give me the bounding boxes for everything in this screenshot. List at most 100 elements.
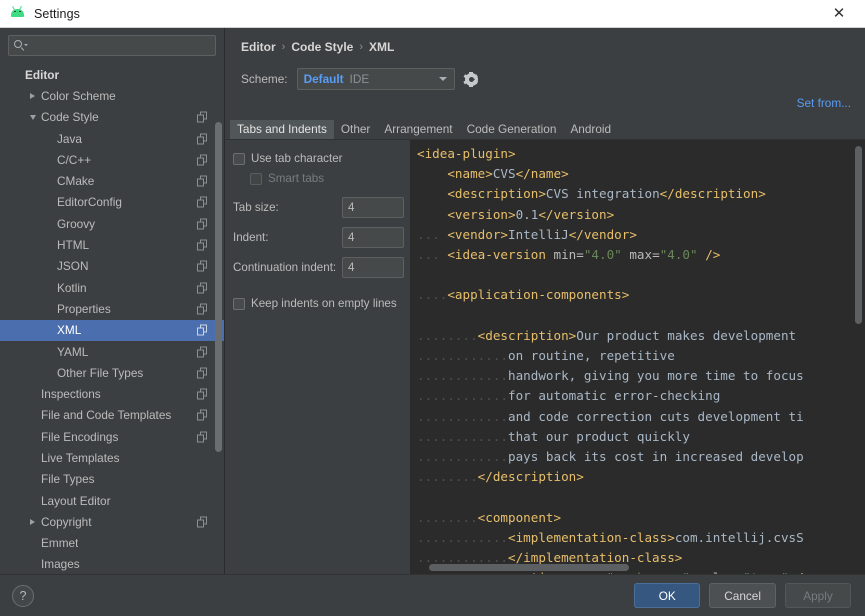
preview-vertical-scrollbar[interactable] (855, 146, 862, 324)
tab-android[interactable]: Android (563, 120, 618, 139)
copy-icon[interactable] (197, 367, 207, 378)
search-box[interactable] (8, 35, 216, 56)
sidebar-item-layout-editor[interactable]: Layout Editor (0, 490, 224, 511)
sidebar-item-c-c[interactable]: C/C++ (0, 149, 224, 170)
set-from-row: Set from... (225, 90, 865, 110)
sidebar-item-file-and-code-templates[interactable]: File and Code Templates (0, 405, 224, 426)
copy-icon[interactable] (197, 197, 207, 208)
sidebar-item-java[interactable]: Java (0, 128, 224, 149)
sidebar-item-file-encodings[interactable]: File Encodings (0, 426, 224, 447)
copy-icon[interactable] (197, 516, 207, 527)
sidebar-item-xml[interactable]: XML (0, 320, 224, 341)
copy-icon[interactable] (197, 303, 207, 314)
sidebar-item-cmake[interactable]: CMake (0, 170, 224, 191)
field-label: Tab size: (233, 201, 279, 214)
sidebar-item-html[interactable]: HTML (0, 234, 224, 255)
tab-tabs-and-indents[interactable]: Tabs and Indents (230, 120, 334, 139)
gear-icon[interactable] (464, 72, 479, 87)
checkbox-icon[interactable] (233, 298, 245, 310)
scheme-label: Scheme: (241, 72, 288, 86)
twisty-spacer (42, 260, 55, 273)
code-line (417, 487, 865, 507)
sidebar-item-label: Code Style (41, 110, 99, 124)
copy-icon[interactable] (197, 346, 207, 357)
copy-icon[interactable] (197, 325, 207, 336)
sidebar-item-color-scheme[interactable]: Color Scheme (0, 85, 224, 106)
set-from-link[interactable]: Set from... (797, 96, 851, 110)
twisty-spacer (42, 281, 55, 294)
breadcrumb-item[interactable]: Code Style (291, 40, 353, 54)
preview-horizontal-scrollbar[interactable] (429, 564, 629, 571)
sidebar-item-label: File Encodings (41, 430, 118, 444)
copy-icon[interactable] (197, 112, 207, 123)
sidebar-item-json[interactable]: JSON (0, 256, 224, 277)
sidebar-item-label: Live Templates (41, 451, 119, 465)
sidebar-item-copyright[interactable]: Copyright (0, 511, 224, 532)
copy-icon[interactable] (197, 240, 207, 251)
sidebar-item-images[interactable]: Images (0, 554, 224, 574)
copy-icon[interactable] (197, 389, 207, 400)
code-line: ........</description> (417, 467, 865, 487)
copy-icon[interactable] (197, 261, 207, 272)
help-button[interactable]: ? (12, 585, 34, 607)
sidebar-item-label: Layout Editor (41, 494, 111, 508)
copy-icon[interactable] (197, 282, 207, 293)
sidebar-item-label: File Types (41, 472, 95, 486)
sidebar-item-groovy[interactable]: Groovy (0, 213, 224, 234)
tab-arrangement[interactable]: Arrangement (377, 120, 459, 139)
twisty-spacer (42, 366, 55, 379)
chevron-right-icon[interactable] (26, 515, 39, 528)
code-line: ............that our product quickly (417, 427, 865, 447)
checkbox-row-use-tab-character[interactable]: Use tab character (233, 149, 410, 168)
sidebar-scrollbar[interactable] (215, 122, 222, 452)
field-input[interactable] (342, 227, 404, 248)
sidebar-item-label: C/C++ (57, 153, 91, 167)
code-line: ... <vendor>IntelliJ</vendor> (417, 225, 865, 245)
scheme-value: Default (304, 72, 344, 86)
copy-icon[interactable] (197, 154, 207, 165)
checkbox-icon[interactable] (233, 153, 245, 165)
copy-icon[interactable] (197, 410, 207, 421)
search-input[interactable] (27, 40, 210, 52)
sidebar-item-label: Java (57, 132, 82, 146)
code-line: ........<description>Our product makes d… (417, 326, 865, 346)
copy-icon[interactable] (197, 218, 207, 229)
dialog-footer: ? OK Cancel Apply (0, 574, 865, 616)
scheme-dropdown[interactable]: Default IDE (297, 68, 455, 90)
cancel-button[interactable]: Cancel (709, 583, 776, 608)
tab-code-generation[interactable]: Code Generation (460, 120, 564, 139)
twisty-spacer (26, 409, 39, 422)
chevron-down-icon (439, 77, 447, 81)
sidebar-item-code-style[interactable]: Code Style (0, 107, 224, 128)
ok-button[interactable]: OK (634, 583, 700, 608)
copy-icon[interactable] (197, 431, 207, 442)
sidebar-item-label: EditorConfig (57, 195, 122, 209)
field-input[interactable] (342, 257, 404, 278)
sidebar-item-yaml[interactable]: YAML (0, 341, 224, 362)
sidebar-item-properties[interactable]: Properties (0, 298, 224, 319)
copy-icon[interactable] (197, 133, 207, 144)
checkbox-icon[interactable] (250, 173, 262, 185)
copy-icon[interactable] (197, 176, 207, 187)
sidebar-item-inspections[interactable]: Inspections (0, 383, 224, 404)
sidebar-item-live-templates[interactable]: Live Templates (0, 447, 224, 468)
chevron-down-icon[interactable] (26, 111, 39, 124)
checkbox-row-smart-tabs[interactable]: Smart tabs (233, 169, 410, 188)
sidebar-item-editorconfig[interactable]: EditorConfig (0, 192, 224, 213)
sidebar-item-label: Properties (57, 302, 111, 316)
breadcrumb-item[interactable]: Editor (241, 40, 276, 54)
apply-button[interactable]: Apply (785, 583, 851, 608)
sidebar-item-other-file-types[interactable]: Other File Types (0, 362, 224, 383)
chevron-right-icon[interactable] (26, 89, 39, 102)
android-icon (10, 6, 26, 22)
sidebar-item-emmet[interactable]: Emmet (0, 533, 224, 554)
tab-other[interactable]: Other (334, 120, 378, 139)
sidebar-item-editor[interactable]: Editor (0, 64, 224, 85)
twisty-spacer (10, 68, 23, 81)
field-input[interactable] (342, 197, 404, 218)
checkbox-row-keep-indents-on-empty-lines[interactable]: Keep indents on empty lines (233, 294, 410, 313)
breadcrumb-item[interactable]: XML (369, 40, 394, 54)
sidebar-item-kotlin[interactable]: Kotlin (0, 277, 224, 298)
sidebar-item-file-types[interactable]: File Types (0, 469, 224, 490)
close-icon[interactable]: ✕ (817, 0, 861, 27)
